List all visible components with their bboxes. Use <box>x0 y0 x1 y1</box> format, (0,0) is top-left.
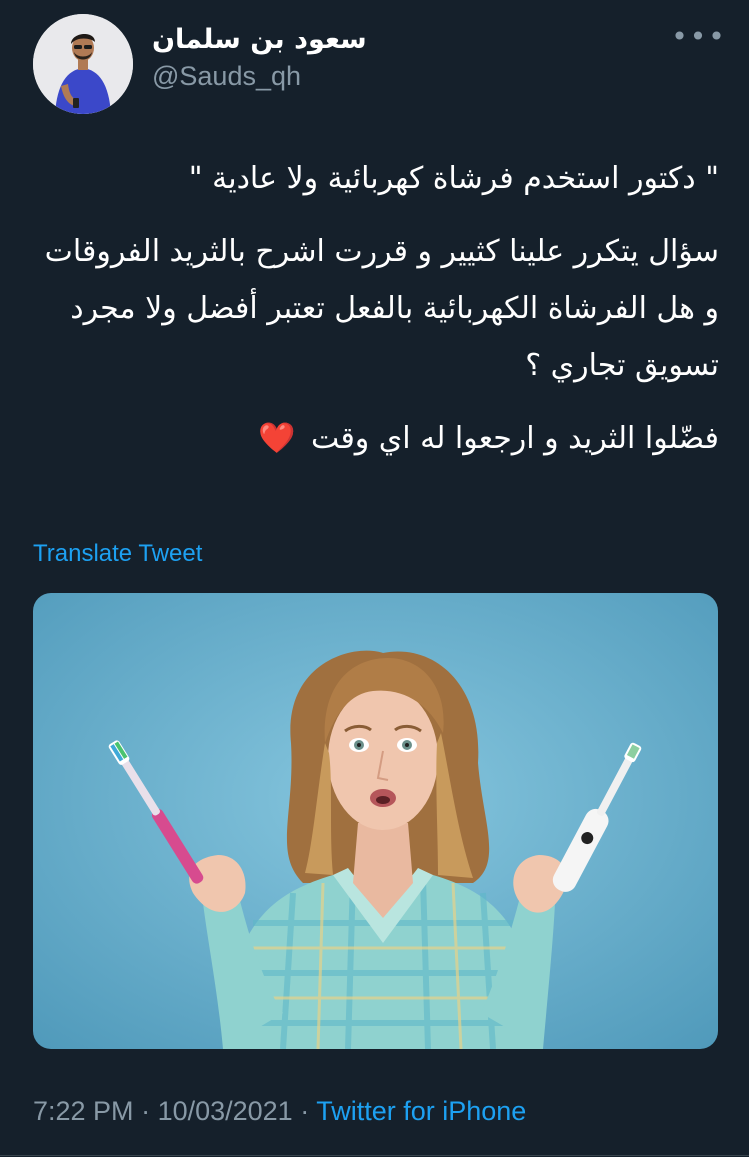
tweet-text: " دكتور استخدم فرشاة كهربائية ولا عادية … <box>33 150 719 467</box>
translate-tweet-link[interactable]: Translate Tweet <box>33 540 202 568</box>
tweet-paragraph: فضّلوا الثريد و ارجعوا له اي وقت ❤️ <box>33 410 719 467</box>
tweet-paragraph: سؤال يتكرر علينا كثيير و قررت اشرح بالثر… <box>44 234 719 383</box>
avatar[interactable] <box>33 14 133 114</box>
ellipsis-icon: ••• <box>671 20 727 53</box>
tweet-paragraph-text: فضّلوا الثريد و ارجعوا له اي وقت <box>310 421 719 456</box>
divider <box>0 1155 749 1156</box>
author-info[interactable]: سعود بن سلمان @Sauds_qh <box>152 22 402 92</box>
tweet-media-photo[interactable] <box>33 593 718 1049</box>
tweet-date: 10/03/2021 <box>157 1096 293 1126</box>
tweet-source-link[interactable]: Twitter for iPhone <box>316 1096 526 1126</box>
author-display-name[interactable]: سعود بن سلمان <box>152 22 402 58</box>
meta-separator: · <box>292 1096 317 1126</box>
avatar-image <box>33 14 133 114</box>
tweet-time: 7:22 PM <box>33 1096 134 1126</box>
photo-woman-toothbrushes-icon <box>33 593 718 1049</box>
author-handle[interactable]: @Sauds_qh <box>152 60 402 92</box>
tweet-paragraph: " دكتور استخدم فرشاة كهربائية ولا عادية … <box>188 161 719 196</box>
heart-emoji-icon: ❤️ <box>258 421 296 456</box>
more-options-button[interactable]: ••• <box>671 22 725 52</box>
meta-separator: · <box>133 1096 158 1126</box>
tweet-metadata: 7:22 PM · 10/03/2021 · Twitter for iPhon… <box>33 1096 526 1127</box>
